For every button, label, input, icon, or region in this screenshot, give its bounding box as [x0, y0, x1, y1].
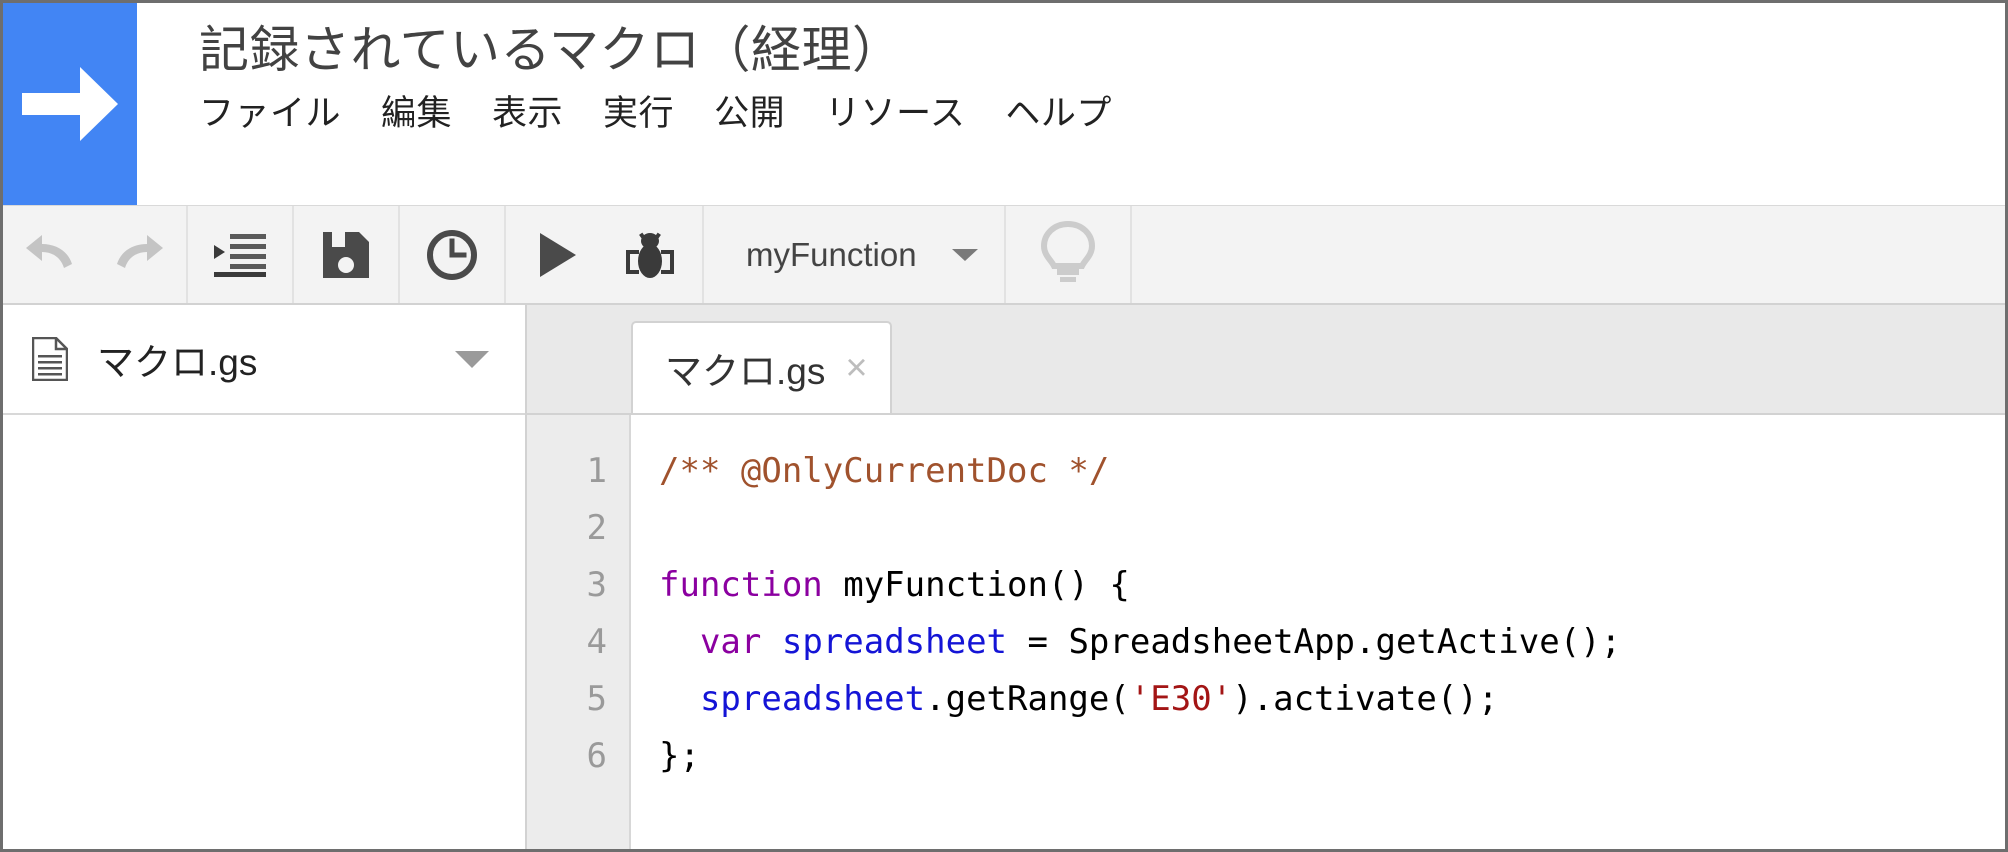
header: 記録されているマクロ（経理） ファイル 編集 表示 実行 公開 リソース ヘルプ [3, 3, 2005, 206]
code-token-keyword: var [699, 622, 762, 662]
code-line: spreadsheet.getRange('E30').activate(); [659, 671, 2005, 728]
editor-tab-macro[interactable]: マクロ.gs × [631, 321, 892, 413]
code-token-plain: .getRange( [925, 679, 1130, 719]
debug-bug-icon [624, 230, 676, 280]
line-number: 2 [586, 508, 607, 548]
apps-script-logo [3, 3, 137, 205]
arrow-right-icon [22, 63, 118, 145]
line-number: 1 [586, 451, 607, 491]
function-select[interactable]: myFunction [704, 206, 1006, 303]
code-line: function myFunction() { [659, 557, 2005, 614]
close-icon[interactable]: × [845, 349, 867, 387]
toolbar-group-history [400, 206, 506, 303]
menu-item-view[interactable]: 表示 [492, 92, 563, 136]
save-button[interactable] [300, 206, 392, 303]
indent-icon [214, 233, 266, 277]
code-token-plain: myFunction() { [822, 565, 1130, 605]
line-number: 6 [586, 736, 607, 776]
undo-icon [22, 234, 76, 276]
chevron-down-icon[interactable] [455, 350, 489, 368]
menu-item-run[interactable]: 実行 [603, 92, 674, 136]
chevron-down-icon [952, 248, 978, 261]
code-token-plain: ).activate(); [1232, 679, 1499, 719]
code-text[interactable]: /** @OnlyCurrentDoc */ function myFuncti… [631, 415, 2005, 849]
toolbar-group-execute [506, 206, 704, 303]
code-token-ident: spreadsheet [699, 679, 926, 719]
menu-item-resources[interactable]: リソース [825, 92, 965, 136]
sidebar-empty-area [3, 415, 525, 849]
run-button[interactable] [512, 206, 604, 303]
redo-button[interactable] [95, 206, 187, 303]
menu-item-help[interactable]: ヘルプ [1005, 92, 1112, 136]
file-sidebar: マクロ.gs [3, 305, 527, 849]
code-token-comment: /** @OnlyCurrentDoc */ [659, 451, 1110, 491]
page-title: 記録されているマクロ（経理） [199, 22, 903, 78]
code-line: var spreadsheet = SpreadsheetApp.getActi… [659, 614, 2005, 671]
clock-icon [427, 229, 477, 280]
toolbar-tail [1006, 206, 2005, 303]
body-split: マクロ.gs マクロ.gs × 1 2 3 4 5 6 /** @OnlyCur… [3, 305, 2005, 849]
toolbar: myFunction [3, 206, 2005, 305]
menu-bar: ファイル 編集 表示 実行 公開 リソース ヘルプ [199, 92, 1112, 136]
code-token-keyword: function [659, 565, 823, 605]
toolbar-group-format [188, 206, 294, 303]
code-editor: マクロ.gs × 1 2 3 4 5 6 /** @OnlyCurrentDoc… [527, 305, 2005, 849]
menu-item-publish[interactable]: 公開 [714, 92, 785, 136]
sidebar-file-name: マクロ.gs [97, 342, 258, 383]
history-button[interactable] [406, 206, 498, 303]
hint-button[interactable] [1006, 206, 1132, 303]
toolbar-group-save [294, 206, 400, 303]
menu-item-edit[interactable]: 編集 [381, 92, 452, 136]
line-number: 5 [586, 679, 607, 719]
function-select-value: myFunction [746, 235, 917, 273]
debug-button[interactable] [604, 206, 696, 303]
code-token-string: 'E30' [1129, 679, 1233, 719]
run-icon [538, 232, 578, 278]
title-block: 記録されているマクロ（経理） ファイル 編集 表示 実行 公開 リソース ヘルプ [199, 21, 1112, 136]
line-number: 3 [586, 565, 607, 605]
editor-tab-label: マクロ.gs [665, 351, 826, 392]
code-line: /** @OnlyCurrentDoc */ [659, 443, 2005, 500]
sidebar-file-item[interactable]: マクロ.gs [3, 305, 525, 415]
app-window: 記録されているマクロ（経理） ファイル 編集 表示 実行 公開 リソース ヘルプ [0, 0, 2008, 852]
script-file-icon [27, 337, 73, 381]
code-area[interactable]: 1 2 3 4 5 6 /** @OnlyCurrentDoc */ funct… [527, 415, 2005, 849]
code-token-plain: }; [659, 736, 700, 776]
undo-button[interactable] [3, 206, 95, 303]
menu-item-file[interactable]: ファイル [199, 92, 341, 136]
code-line: }; [659, 728, 2005, 785]
editor-tabstrip: マクロ.gs × [527, 305, 2005, 415]
line-number-gutter: 1 2 3 4 5 6 [527, 415, 631, 849]
line-number: 4 [586, 622, 607, 662]
indent-button[interactable] [194, 206, 286, 303]
code-token-plain: = SpreadsheetApp.getActive(); [1007, 622, 1622, 662]
code-token-ident: spreadsheet [781, 622, 1008, 662]
lightbulb-icon [1040, 220, 1096, 288]
toolbar-left-spacer [3, 206, 188, 303]
save-icon [323, 231, 369, 278]
redo-icon [113, 234, 167, 276]
